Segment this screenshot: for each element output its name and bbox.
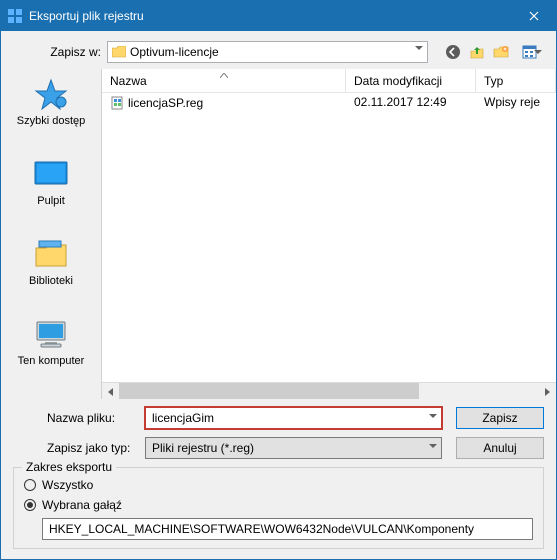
column-label: Typ [484,74,503,88]
column-modified[interactable]: Data modyfikacji [346,69,476,92]
chevron-down-icon [429,444,437,448]
sort-indicator-icon [220,69,228,81]
computer-icon [30,315,72,353]
chevron-down-icon [415,46,423,50]
up-icon [469,44,485,60]
back-icon [445,44,461,60]
app-icon [7,8,23,24]
export-registry-dialog: Eksportuj plik rejestru Zapisz w: Optivu… [0,0,557,560]
chevron-down-icon [534,50,542,54]
file-name-combo[interactable] [145,407,442,429]
window-title: Eksportuj plik rejestru [29,9,511,23]
desktop-icon [30,155,72,193]
new-folder-icon [493,44,509,60]
file-name-input[interactable] [152,411,419,425]
chevron-right-icon [545,388,550,396]
new-folder-button[interactable] [490,41,512,63]
chevron-down-icon [429,414,437,418]
save-as-type-combo[interactable]: Pliki rejestru (*.reg) [145,437,442,459]
place-label: Pulpit [37,195,65,207]
scroll-left-button[interactable] [102,383,119,399]
chevron-left-icon [108,388,113,396]
save-in-value: Optivum-licencje [130,45,219,59]
libraries-icon [30,235,72,273]
scroll-right-button[interactable] [539,383,556,399]
file-name-row: Nazwa pliku: Zapisz [47,407,544,429]
scroll-track[interactable] [119,383,539,399]
column-type[interactable]: Typ [476,69,556,92]
cancel-button[interactable]: Anuluj [456,437,544,459]
up-one-level-button[interactable] [466,41,488,63]
column-label: Data modyfikacji [354,74,442,88]
column-headers: Nazwa Data modyfikacji Typ [102,69,556,93]
save-as-type-row: Zapisz jako typ: Pliki rejestru (*.reg) … [47,437,544,459]
place-this-pc[interactable]: Ten komputer [5,311,97,371]
form-area: Nazwa pliku: Zapisz Zapisz jako typ: Pli… [1,399,556,463]
file-name: licencjaSP.reg [128,96,203,110]
save-in-combo[interactable]: Optivum-licencje [107,41,428,63]
place-desktop[interactable]: Pulpit [5,151,97,211]
radio-icon [24,479,36,491]
place-label: Ten komputer [18,355,85,367]
reg-file-icon [110,96,124,110]
quick-access-icon [30,75,72,113]
save-button[interactable]: Zapisz [456,407,544,429]
column-name[interactable]: Nazwa [102,69,346,92]
file-type: Wpisy reje [476,93,556,113]
place-label: Biblioteki [29,275,73,287]
file-row[interactable]: licencjaSP.reg 02.11.2017 12:49 Wpisy re… [102,93,556,113]
radio-all[interactable]: Wszystko [24,478,533,492]
save-in-label: Zapisz w: [47,45,101,59]
save-in-row: Zapisz w: Optivum-licencje [1,31,556,69]
titlebar: Eksportuj plik rejestru [1,1,556,31]
radio-selected-branch[interactable]: Wybrana gałąź [24,498,533,512]
folder-icon [112,46,126,58]
radio-icon [24,499,36,511]
column-label: Nazwa [110,74,147,88]
place-libraries[interactable]: Biblioteki [5,231,97,291]
place-label: Szybki dostęp [17,115,85,127]
file-modified: 02.11.2017 12:49 [346,93,476,113]
file-name-cell: licencjaSP.reg [102,93,346,113]
export-scope-group: Zakres eksportu Wszystko Wybrana gałąź [13,467,544,549]
dialog-body: Szybki dostęp Pulpit Biblioteki Ten komp… [1,69,556,399]
branch-path-row [42,518,533,540]
place-network[interactable]: Sieć [5,391,97,399]
branch-path-input[interactable] [42,518,533,540]
file-list-pane: Nazwa Data modyfikacji Typ licencjaSP.re… [101,69,556,399]
scroll-thumb[interactable] [119,383,419,399]
file-rows[interactable]: licencjaSP.reg 02.11.2017 12:49 Wpisy re… [102,93,556,382]
horizontal-scrollbar[interactable] [102,382,556,399]
export-scope-title: Zakres eksportu [22,460,116,474]
save-as-type-value: Pliki rejestru (*.reg) [152,441,254,455]
file-name-label: Nazwa pliku: [47,411,131,425]
close-button[interactable] [511,1,556,31]
toolbar-buttons [442,41,544,63]
close-icon [529,11,539,21]
places-bar: Szybki dostęp Pulpit Biblioteki Ten komp… [1,69,101,399]
radio-label: Wszystko [42,478,93,492]
place-quick-access[interactable]: Szybki dostęp [5,71,97,131]
radio-label: Wybrana gałąź [42,498,122,512]
view-menu-button[interactable] [514,41,544,63]
save-as-type-label: Zapisz jako typ: [47,441,131,455]
back-button[interactable] [442,41,464,63]
